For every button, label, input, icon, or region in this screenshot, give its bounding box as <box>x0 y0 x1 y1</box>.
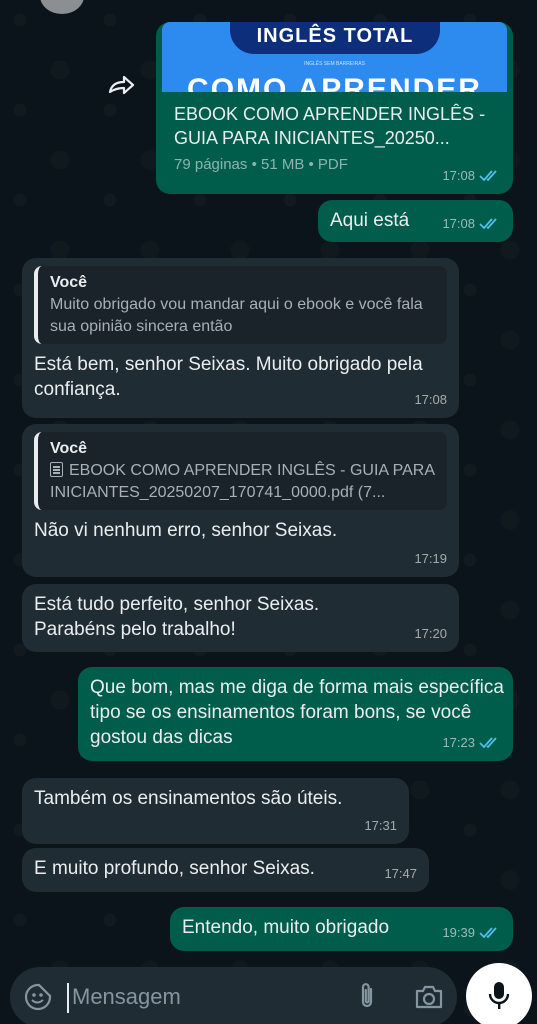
paperclip-icon[interactable] <box>356 981 378 1011</box>
message-time: 17:19 <box>414 551 447 566</box>
message-bubble[interactable]: Também os ensinamentos são úteis. 17:31 <box>22 778 409 844</box>
microphone-icon <box>488 982 510 1009</box>
message-meta: 17:08 <box>442 163 501 188</box>
double-check-icon <box>479 217 497 229</box>
message-time: 17:08 <box>442 216 475 231</box>
message-text: Também os ensinamentos são úteis. <box>34 788 343 809</box>
message-bubble[interactable]: Você Muito obrigado vou mandar aqui o eb… <box>22 258 459 418</box>
thumbnail-banner: INGLÊS TOTAL <box>230 22 440 54</box>
message-meta: 17:19 <box>414 546 447 571</box>
forward-icon[interactable] <box>106 72 136 98</box>
message-meta: 17:23 <box>442 730 501 755</box>
message-bubble[interactable]: Que bom, mas me diga de forma mais espec… <box>78 667 513 761</box>
message-time: 17:23 <box>442 735 475 750</box>
message-meta: 17:08 <box>414 387 447 412</box>
message-bubble[interactable]: Entendo, muito obrigado 19:39 <box>170 907 513 951</box>
message-bubble[interactable]: Está tudo perfeito, senhor Seixas. Parab… <box>22 584 459 652</box>
message-meta: 17:08 <box>442 211 501 236</box>
message-text: Não vi nenhum erro, senhor Seixas. <box>34 520 338 541</box>
message-time: 17:08 <box>442 168 475 183</box>
quote-document-name: EBOOK COMO APRENDER INGLÊS - GUIA PARA I… <box>50 462 435 501</box>
document-thumbnail: INGLÊS TOTAL INGLÊS SEM BARREIRAS COMO A… <box>162 22 507 92</box>
sticker-icon[interactable] <box>24 983 52 1011</box>
message-bubble[interactable]: E muito profundo, senhor Seixas. 17:47 <box>22 848 429 892</box>
message-bubble[interactable]: Aqui está 17:08 <box>318 200 513 242</box>
message-bubble[interactable]: Você EBOOK COMO APRENDER INGLÊS - GUIA P… <box>22 424 459 577</box>
message-time: 17:31 <box>364 818 397 833</box>
message-time: 17:47 <box>384 866 417 881</box>
document-message[interactable]: INGLÊS TOTAL INGLÊS SEM BARREIRAS COMO A… <box>156 22 513 194</box>
quote-author: Você <box>50 274 88 291</box>
quoted-message[interactable]: Você EBOOK COMO APRENDER INGLÊS - GUIA P… <box>34 432 447 510</box>
document-icon <box>50 462 63 477</box>
message-text: Está tudo perfeito, senhor Seixas. Parab… <box>34 594 320 640</box>
message-time: 17:20 <box>414 626 447 641</box>
double-check-icon <box>479 169 497 181</box>
message-meta: 17:47 <box>384 861 417 886</box>
thumbnail-title: COMO APRENDER <box>187 73 482 92</box>
message-text: Está bem, senhor Seixas. Muito obrigado … <box>34 354 423 400</box>
quote-text: Muito obrigado vou mandar aqui o ebook e… <box>50 296 423 335</box>
quote-text: EBOOK COMO APRENDER INGLÊS - GUIA PARA I… <box>50 460 437 504</box>
mic-button[interactable] <box>466 963 532 1024</box>
camera-icon[interactable] <box>414 983 444 1011</box>
message-meta: 17:20 <box>414 621 447 646</box>
message-input[interactable]: Mensagem <box>72 984 181 1010</box>
quoted-message[interactable]: Você Muito obrigado vou mandar aqui o eb… <box>34 266 447 344</box>
avatar[interactable] <box>40 0 84 14</box>
double-check-icon <box>479 926 497 938</box>
double-check-icon <box>479 736 497 748</box>
message-meta: 17:31 <box>364 813 397 838</box>
message-time: 17:08 <box>414 392 447 407</box>
message-input-bar: Mensagem <box>10 967 457 1024</box>
message-meta: 19:39 <box>442 920 501 945</box>
quote-author: Você <box>50 440 88 457</box>
message-time: 19:39 <box>442 925 475 940</box>
message-text: E muito profundo, senhor Seixas. <box>34 858 315 879</box>
document-name: EBOOK COMO APRENDER INGLÊS - GUIA PARA I… <box>174 104 486 148</box>
text-cursor <box>67 983 69 1013</box>
